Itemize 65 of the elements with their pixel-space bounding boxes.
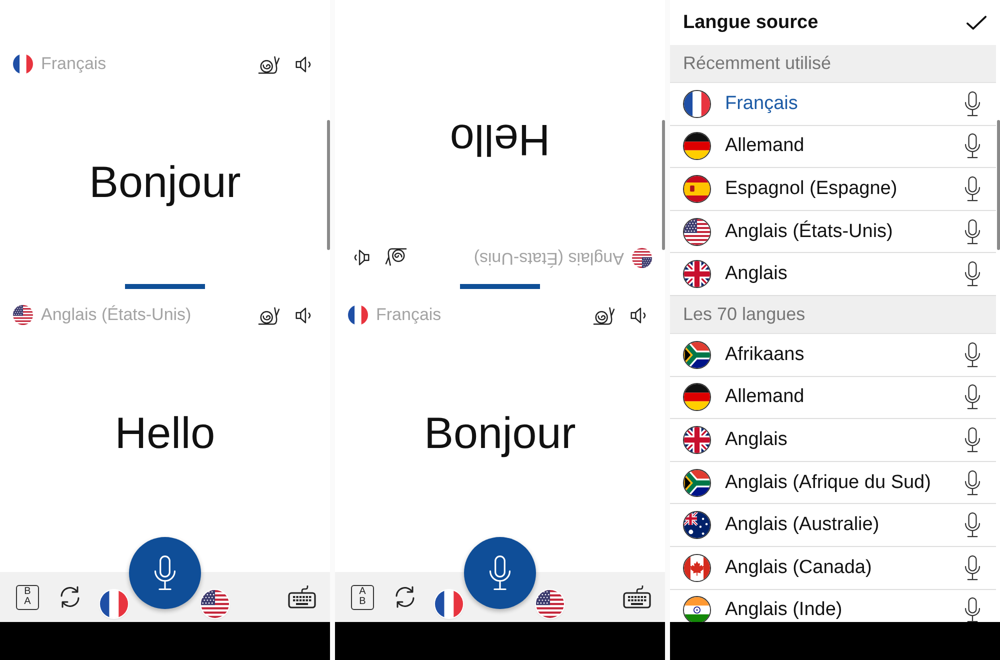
microphone-button[interactable] [464,537,536,609]
language-name: Anglais [725,263,788,286]
microphone-icon [964,554,981,581]
language-item[interactable]: Allemand [670,126,996,168]
british-flag-icon [683,426,711,454]
microphone-icon [152,553,178,593]
language-name: Anglais (Canada) [725,556,872,579]
language-name: Allemand [725,135,804,158]
language-name: Anglais (Australie) [725,514,880,536]
microphone-icon [964,261,981,288]
language-name: Anglais (Inde) [725,599,842,622]
microphone-icon [964,176,981,202]
snail-icon[interactable] [257,304,280,326]
language-name: Allemand [725,386,804,408]
language-name: Anglais (Afrique du Sud) [725,472,931,494]
keyboard-icon[interactable] [623,585,651,609]
phrase-text: Bonjour [89,158,241,208]
language-name: Espagnol (Espagne) [725,178,898,200]
section-header: Récemment utilisé [670,45,996,83]
canadian-flag-icon [683,554,711,582]
picker-title: Langue source [683,12,818,34]
french-flag-icon [13,54,33,74]
us-flag-icon [683,218,711,246]
spanish-flag-icon [683,174,711,203]
south-african-flag-icon [683,340,711,369]
french-flag-icon [348,305,368,325]
microphone-icon [964,512,981,538]
us-flag-icon[interactable] [201,590,229,618]
phrase-text: Hello [450,114,550,164]
microphone-icon [964,470,981,496]
microphone-icon [964,597,981,622]
language-item[interactable]: Anglais (Inde) [670,590,996,622]
microphone-icon [964,384,981,410]
language-name: Anglais (États-Unis) [725,220,893,243]
check-icon[interactable] [966,14,987,30]
snail-icon[interactable] [257,54,280,74]
german-flag-icon [683,132,711,160]
language-name: Anglais [725,428,788,451]
french-flag-icon[interactable] [435,590,463,618]
french-flag-icon[interactable] [100,590,128,618]
microphone-button[interactable] [129,537,201,609]
snail-icon[interactable] [385,248,408,268]
microphone-icon [964,90,981,117]
us-flag-icon [13,305,33,325]
language-name: Afrikaans [725,344,804,366]
section-header: Les 70 langues [670,296,996,334]
language-name: Français [725,92,798,115]
language-item[interactable]: Allemand [670,376,996,420]
phrase-text: Bonjour [424,408,576,460]
us-flag-icon[interactable] [536,590,564,618]
microphone-icon [964,218,981,245]
microphone-icon [964,133,981,160]
microphone-icon [964,342,981,368]
snail-icon[interactable] [592,304,615,326]
keyboard-icon[interactable] [288,585,316,609]
german-flag-icon [683,383,711,412]
french-flag-icon [683,90,711,118]
microphone-icon [964,426,981,453]
phrase-text: Hello [114,408,216,460]
australian-flag-icon [683,511,711,540]
british-flag-icon [683,260,711,288]
us-flag-icon [632,248,652,268]
swap-order-button[interactable]: B A [16,584,39,610]
swap-order-button[interactable]: A B [351,584,374,610]
microphone-icon [487,553,513,593]
